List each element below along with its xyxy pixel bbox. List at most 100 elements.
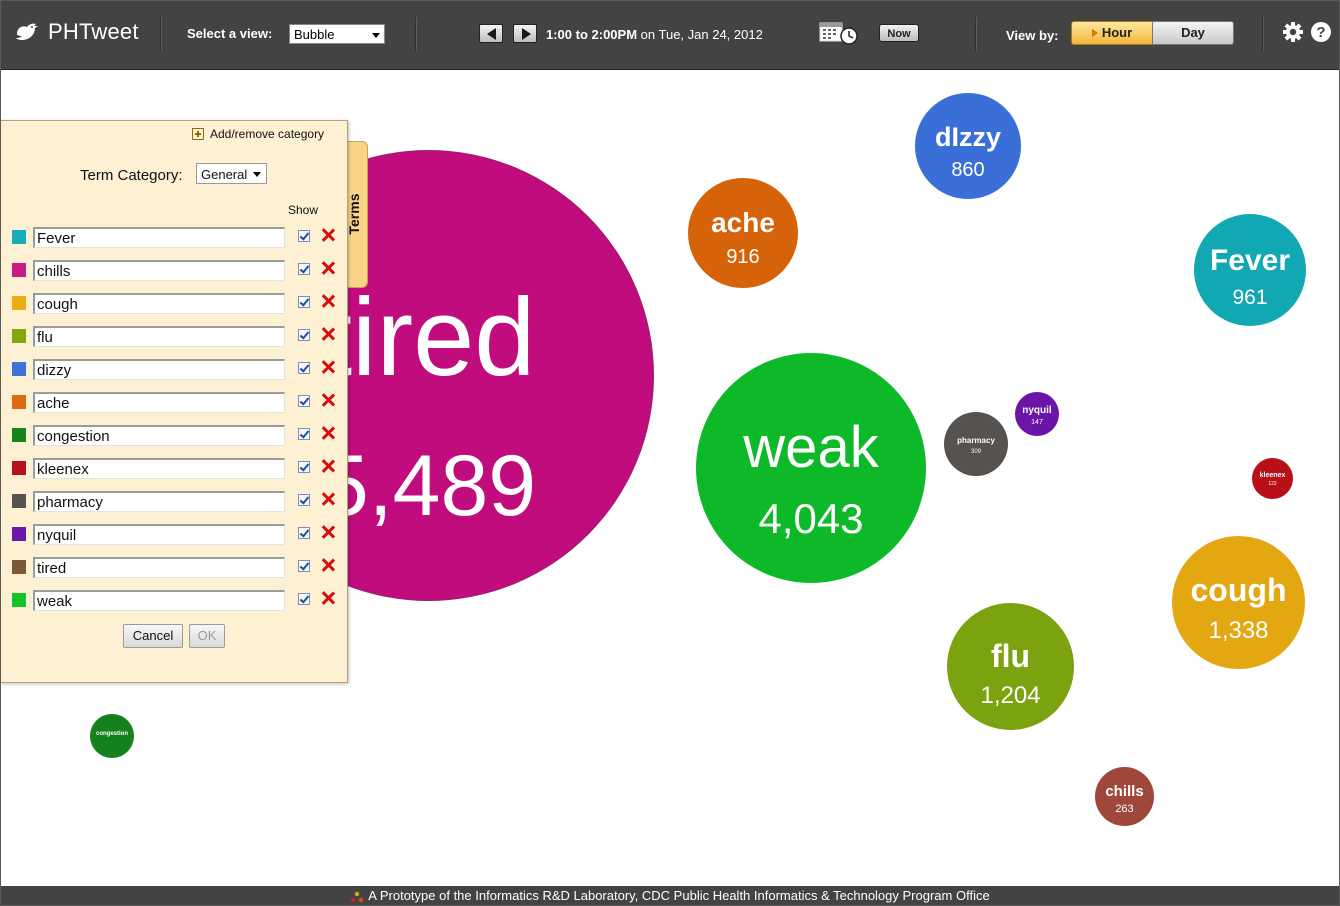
- delete-term-icon[interactable]: [321, 294, 335, 308]
- bubble-term: congestion: [95, 731, 128, 737]
- delete-term-icon[interactable]: [321, 426, 335, 440]
- delete-term-icon[interactable]: [321, 261, 335, 275]
- term-category-select[interactable]: General: [196, 163, 267, 184]
- color-swatch[interactable]: [12, 395, 26, 409]
- term-input[interactable]: weak: [33, 590, 285, 611]
- show-checkbox[interactable]: [298, 593, 310, 605]
- ok-button[interactable]: OK: [189, 624, 225, 648]
- bubble-term: flu: [990, 638, 1031, 674]
- term-input[interactable]: congestion: [33, 425, 285, 446]
- show-checkbox[interactable]: [298, 263, 310, 275]
- delete-term-icon[interactable]: [321, 228, 335, 242]
- view-by-day-button[interactable]: Day: [1152, 21, 1234, 45]
- color-swatch[interactable]: [12, 461, 26, 475]
- color-swatch[interactable]: [12, 560, 26, 574]
- cancel-button[interactable]: Cancel: [123, 624, 183, 648]
- term-row: Fever: [0, 222, 345, 255]
- delete-term-icon[interactable]: [321, 492, 335, 506]
- show-checkbox[interactable]: [298, 428, 310, 440]
- term-input[interactable]: Fever: [33, 227, 285, 248]
- term-row: kleenex: [0, 453, 345, 486]
- term-category-label: Term Category:: [80, 167, 183, 184]
- term-input[interactable]: tired: [33, 557, 285, 578]
- now-button[interactable]: Now: [879, 24, 919, 42]
- show-checkbox[interactable]: [298, 230, 310, 242]
- term-row: dizzy: [0, 354, 345, 387]
- view-by-hour-button[interactable]: Hour: [1071, 21, 1153, 45]
- delete-term-icon[interactable]: [321, 525, 335, 539]
- delete-term-icon[interactable]: [321, 393, 335, 407]
- show-checkbox[interactable]: [298, 329, 310, 341]
- bubble-ache[interactable]: ache 916: [688, 178, 798, 288]
- term-row: flu: [0, 321, 345, 354]
- delete-term-icon[interactable]: [321, 327, 335, 341]
- bubble-fever[interactable]: Fever 961: [1194, 214, 1306, 326]
- app-title: PHTweet: [48, 19, 139, 44]
- bubble-weak[interactable]: weak 4,043: [696, 353, 926, 583]
- bubble-count: 263: [1115, 803, 1134, 815]
- view-by-label: View by:: [1006, 28, 1059, 43]
- term-input[interactable]: nyquil: [33, 524, 285, 545]
- bubble-term: dIzzy: [934, 122, 1001, 152]
- bubble-nyquil[interactable]: nyquil 147: [1015, 392, 1059, 436]
- previous-hour-button[interactable]: [479, 24, 503, 43]
- delete-term-icon[interactable]: [321, 558, 335, 572]
- term-input[interactable]: dizzy: [33, 359, 285, 380]
- show-checkbox[interactable]: [298, 362, 310, 374]
- term-input[interactable]: pharmacy: [33, 491, 285, 512]
- color-swatch[interactable]: [12, 329, 26, 343]
- bubble-dizzy[interactable]: dIzzy 860: [915, 93, 1021, 199]
- delete-term-icon[interactable]: [321, 591, 335, 605]
- bubble-chills[interactable]: chills 263: [1095, 767, 1154, 826]
- plus-icon: [192, 128, 204, 140]
- color-swatch[interactable]: [12, 296, 26, 310]
- bubble-flu[interactable]: flu 1,204: [947, 603, 1074, 730]
- term-input[interactable]: kleenex: [33, 458, 285, 479]
- bubble-count: 916: [726, 246, 760, 268]
- add-category-link[interactable]: Add/remove category: [192, 127, 324, 141]
- term-input[interactable]: ache: [33, 392, 285, 413]
- delete-term-icon[interactable]: [321, 360, 335, 374]
- show-checkbox[interactable]: [298, 527, 310, 539]
- bubble-term: cough: [1190, 572, 1287, 608]
- bubble-term: kleenex: [1259, 472, 1286, 479]
- bubble-kleenex[interactable]: kleenex 122: [1252, 458, 1293, 499]
- day-label: Day: [1181, 25, 1205, 40]
- show-checkbox[interactable]: [298, 494, 310, 506]
- app-logo[interactable]: PHTweet: [14, 19, 139, 45]
- color-swatch[interactable]: [12, 494, 26, 508]
- help-icon[interactable]: ?: [1310, 21, 1332, 43]
- calendar-clock-icon[interactable]: [819, 20, 859, 46]
- color-swatch[interactable]: [12, 593, 26, 607]
- add-category-label: Add/remove category: [210, 127, 325, 141]
- bubble-congestion[interactable]: congestion: [90, 714, 134, 758]
- bubble-count: 122: [1268, 481, 1277, 487]
- delete-term-icon[interactable]: [321, 459, 335, 473]
- view-select[interactable]: Bubble: [289, 24, 385, 44]
- term-input[interactable]: flu: [33, 326, 285, 347]
- next-hour-button[interactable]: [513, 24, 537, 43]
- term-row: nyquil: [0, 519, 345, 552]
- term-row: chills: [0, 255, 345, 288]
- prev-icon: [487, 28, 496, 40]
- bubble-pharmacy[interactable]: pharmacy 309: [944, 412, 1008, 476]
- show-checkbox[interactable]: [298, 296, 310, 308]
- color-swatch[interactable]: [12, 263, 26, 277]
- color-swatch[interactable]: [12, 428, 26, 442]
- color-swatch[interactable]: [12, 527, 26, 541]
- color-swatch[interactable]: [12, 362, 26, 376]
- term-input[interactable]: cough: [33, 293, 285, 314]
- color-swatch[interactable]: [12, 230, 26, 244]
- show-checkbox[interactable]: [298, 560, 310, 572]
- term-input[interactable]: chills: [33, 260, 285, 281]
- chevron-down-icon: [253, 172, 261, 177]
- bubble-cough[interactable]: cough 1,338: [1172, 536, 1305, 669]
- term-row: congestion: [0, 420, 345, 453]
- bubble-count: 961: [1232, 286, 1268, 309]
- show-checkbox[interactable]: [298, 461, 310, 473]
- time-date: on Tue, Jan 24, 2012: [640, 27, 763, 42]
- gear-icon[interactable]: [1282, 21, 1304, 43]
- toolbar-divider: [975, 17, 977, 51]
- lab-logo-icon: [351, 891, 364, 902]
- show-checkbox[interactable]: [298, 395, 310, 407]
